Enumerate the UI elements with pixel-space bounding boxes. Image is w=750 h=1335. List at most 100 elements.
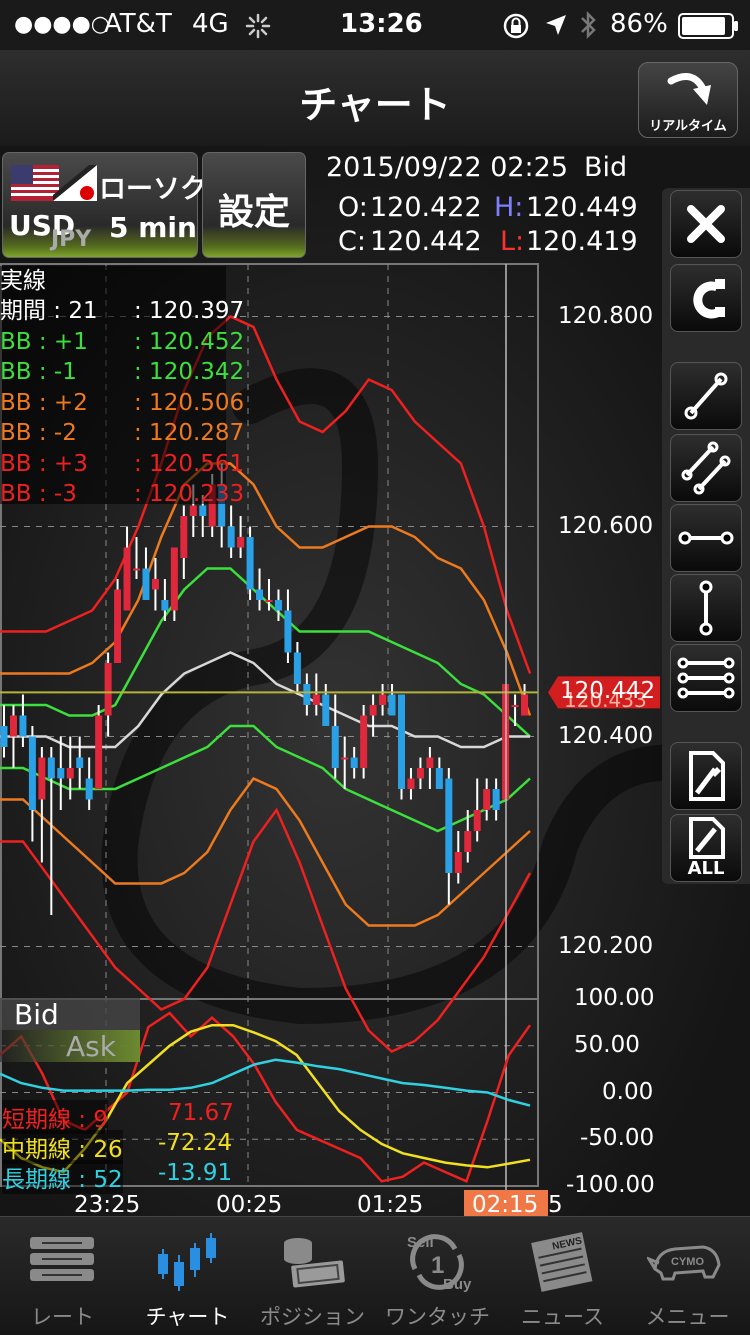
candle-body bbox=[114, 589, 122, 663]
legend-row-value: : 120.287 bbox=[134, 420, 245, 446]
ask-option[interactable]: Ask bbox=[0, 1030, 140, 1063]
candlestick-chart-icon bbox=[158, 1233, 216, 1291]
candle-body bbox=[28, 736, 36, 810]
candle bbox=[151, 558, 159, 611]
candle-body bbox=[464, 831, 472, 852]
tab-menu-label: メニュー bbox=[645, 1305, 730, 1329]
candle-body bbox=[483, 789, 491, 810]
ask-label: Ask bbox=[66, 1030, 116, 1063]
price-axis-label: 120.800 bbox=[558, 302, 654, 329]
legend-row: BB : +1: 120.452 bbox=[0, 327, 244, 357]
vertical-line-icon bbox=[699, 580, 713, 636]
battery-icon bbox=[678, 13, 738, 39]
realtime-label: リアルタイム bbox=[649, 119, 727, 134]
tab-menu[interactable]: CYMO メニュー bbox=[625, 1217, 750, 1335]
bid-option[interactable]: Bid bbox=[0, 998, 140, 1031]
candle bbox=[256, 568, 264, 611]
tab-chart[interactable]: チャート bbox=[125, 1217, 250, 1335]
oscillator-legend-value: 71.67 bbox=[168, 1100, 234, 1126]
candle bbox=[133, 537, 140, 579]
tab-rate[interactable]: レート bbox=[0, 1217, 125, 1335]
cursor-time-suffix: 5 bbox=[548, 1192, 563, 1216]
cymo-rhino-icon: CYMO bbox=[647, 1245, 721, 1281]
candle-body bbox=[284, 610, 292, 653]
candle bbox=[483, 778, 491, 821]
close-value: 120.442 bbox=[370, 226, 482, 257]
legend-row-label: BB : -3 bbox=[0, 481, 77, 507]
candle bbox=[369, 694, 377, 737]
legend-row-label: 期間 : 21 bbox=[0, 298, 98, 324]
candle bbox=[274, 589, 282, 621]
bluetooth-icon bbox=[581, 10, 596, 40]
candle-body bbox=[293, 652, 301, 684]
tab-onetouch-label: ワンタッチ bbox=[385, 1305, 490, 1329]
nav-bar: チャート リアルタイム bbox=[0, 50, 750, 147]
legend-row-value: : 120.342 bbox=[134, 359, 245, 385]
candle bbox=[47, 747, 55, 915]
candle-body bbox=[142, 568, 150, 600]
tab-news[interactable]: NEWS ニュース bbox=[500, 1217, 625, 1335]
horizontal-line-button[interactable] bbox=[670, 504, 742, 572]
candle-body bbox=[237, 537, 245, 548]
legend-row: BB : +2: 120.506 bbox=[0, 388, 244, 418]
currency-pair-button[interactable]: ローソク USD JPY 5 min bbox=[2, 152, 207, 258]
candle-body bbox=[360, 715, 368, 768]
candle bbox=[331, 694, 339, 779]
legend-row-value: : 120.561 bbox=[134, 450, 245, 477]
realtime-button[interactable]: リアルタイム bbox=[638, 62, 738, 138]
candle bbox=[407, 768, 415, 800]
candle-body bbox=[322, 694, 330, 726]
bid-ask-toggle[interactable]: Bid Ask bbox=[0, 998, 140, 1063]
time-axis-label: 23:25 bbox=[74, 1192, 141, 1216]
clock: 13:26 bbox=[340, 9, 423, 39]
delete-icon bbox=[689, 751, 725, 801]
candle-body bbox=[161, 600, 169, 611]
osc-axis-label: 0.00 bbox=[602, 1078, 654, 1105]
trendline-button[interactable] bbox=[670, 362, 742, 430]
delete-button[interactable] bbox=[670, 742, 742, 810]
candle-body bbox=[341, 757, 349, 760]
ohlc-datetime: 2015/09/22 02:25 bbox=[326, 152, 569, 183]
rate-list-icon bbox=[30, 1237, 94, 1281]
candle bbox=[227, 505, 235, 558]
close-button[interactable] bbox=[670, 190, 742, 258]
candle-body bbox=[492, 789, 500, 810]
tab-position-label: ポジション bbox=[260, 1305, 365, 1329]
tab-position[interactable]: ポジション bbox=[250, 1217, 375, 1335]
settings-label: 設定 bbox=[217, 192, 290, 233]
chart-area[interactable]: ローソク USD JPY 5 min 設定 2015/09/22 02:25 B… bbox=[0, 146, 750, 1216]
rotation-lock-icon bbox=[503, 13, 529, 39]
buy-text: Buy bbox=[443, 1276, 472, 1293]
carrier-label: AT&T bbox=[104, 9, 172, 39]
legend-row: 期間 : 21: 120.397 bbox=[0, 296, 244, 326]
newspaper-icon: NEWS bbox=[531, 1232, 593, 1292]
delete-all-button[interactable]: ALL bbox=[670, 814, 742, 882]
status-bar: ●●●●○ AT&T 4G 13:26 86% bbox=[0, 0, 750, 50]
money-stack-icon bbox=[284, 1238, 345, 1288]
candle bbox=[454, 831, 462, 884]
legend-row: BB : +3: 120.561 bbox=[0, 449, 244, 479]
candle-body bbox=[379, 694, 387, 705]
parallel-lines-button[interactable] bbox=[670, 434, 742, 502]
candle-body bbox=[256, 589, 264, 600]
high-value: 120.449 bbox=[526, 192, 638, 223]
candle-body bbox=[398, 694, 405, 789]
vertical-line-button[interactable] bbox=[670, 574, 742, 642]
candle bbox=[341, 736, 349, 789]
candle-body bbox=[170, 547, 178, 611]
candle-body bbox=[9, 715, 17, 737]
settings-button[interactable]: 設定 bbox=[202, 152, 306, 258]
multi-horizontal-lines-button[interactable] bbox=[670, 644, 742, 712]
low-label: L: bbox=[500, 226, 525, 257]
candle-body bbox=[303, 684, 311, 705]
magnet-button[interactable] bbox=[670, 264, 742, 332]
time-axis-label: 01:25 bbox=[357, 1192, 424, 1216]
close-icon bbox=[687, 205, 725, 243]
refresh-arrow-icon bbox=[667, 73, 711, 105]
candle-body bbox=[76, 757, 84, 768]
legend-row-label: BB : +2 bbox=[0, 389, 88, 416]
tab-onetouch[interactable]: Sell 1 Buy ワンタッチ bbox=[375, 1217, 500, 1335]
candle bbox=[312, 673, 320, 716]
candle-body bbox=[473, 810, 481, 831]
legend-row: BB : -2: 120.287 bbox=[0, 418, 244, 448]
